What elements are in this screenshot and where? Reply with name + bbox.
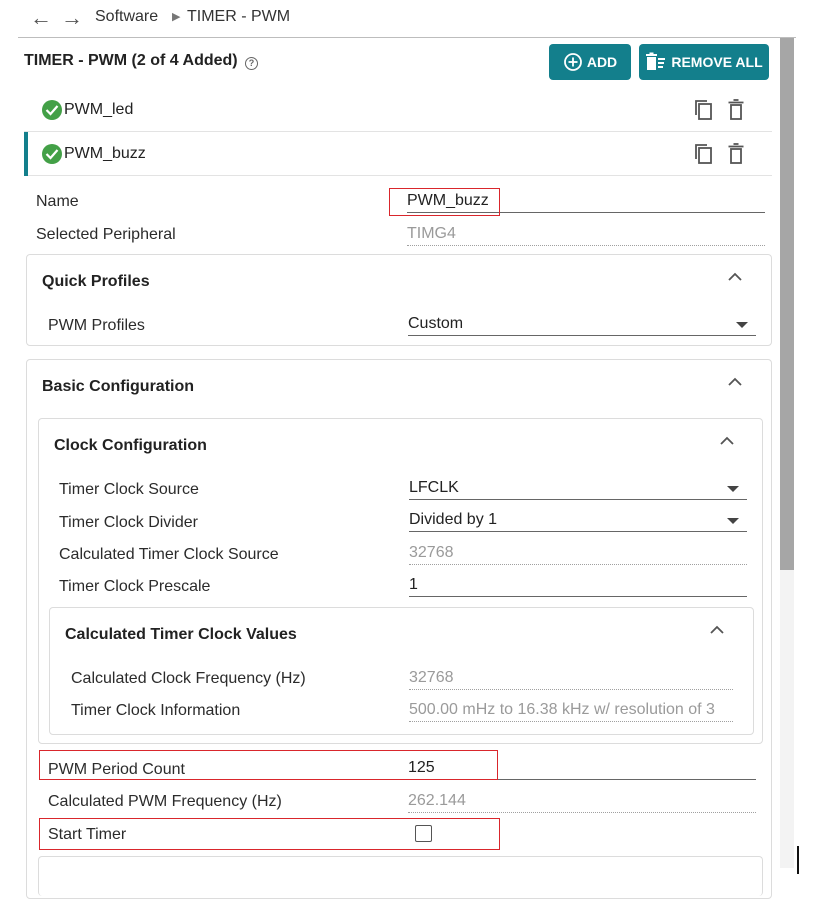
calculated-pwm-frequency-label: Calculated PWM Frequency (Hz): [48, 793, 282, 810]
help-icon[interactable]: ?: [245, 57, 258, 70]
top-divider: [18, 37, 796, 38]
name-label: Name: [36, 193, 79, 210]
instance-item-pwm-buzz[interactable]: PWM_buzz: [24, 132, 772, 176]
timer-clock-prescale-label: Timer Clock Prescale: [59, 578, 211, 595]
timer-clock-source-value: LFCLK: [409, 479, 459, 496]
timer-clock-source-select[interactable]: LFCLK: [409, 478, 747, 500]
pwm-profiles-value: Custom: [408, 315, 464, 332]
chevron-up-icon[interactable]: [727, 376, 743, 388]
copy-icon[interactable]: [693, 98, 715, 122]
remove-all-button[interactable]: REMOVE ALL: [639, 44, 769, 80]
scrollbar-thumb[interactable]: [780, 38, 794, 570]
timer-clock-information-label: Timer Clock Information: [71, 702, 241, 719]
highlight-box-period: [39, 750, 498, 780]
delete-icon[interactable]: [727, 142, 745, 166]
text-cursor: [797, 846, 799, 874]
breadcrumb-current: TIMER - PWM: [187, 8, 291, 25]
copy-icon[interactable]: [693, 142, 715, 166]
highlight-box-name: [389, 188, 500, 216]
back-arrow-icon[interactable]: ←: [30, 4, 52, 32]
check-circle-icon: [42, 144, 62, 164]
selected-peripheral-value: TIMG4: [407, 224, 765, 246]
remove-all-label: REMOVE ALL: [671, 54, 763, 70]
delete-sweep-icon: [646, 52, 666, 70]
calculated-timer-clock-source-value: 32768: [409, 543, 747, 565]
delete-icon[interactable]: [727, 98, 745, 122]
calculated-clock-frequency-label: Calculated Clock Frequency (Hz): [71, 670, 306, 687]
breadcrumb-software[interactable]: Software: [95, 8, 158, 26]
chevron-up-icon[interactable]: [719, 435, 735, 447]
chevron-up-icon[interactable]: [709, 624, 725, 636]
basic-configuration-title: Basic Configuration: [42, 378, 195, 395]
timer-clock-information-value: 500.00 mHz to 16.38 kHz w/ resolution of…: [409, 700, 733, 722]
calculated-clock-values-title: Calculated Timer Clock Values: [65, 626, 297, 643]
pwm-profiles-label: PWM Profiles: [48, 317, 145, 334]
highlight-box-start-timer: [39, 818, 500, 850]
add-button-label: ADD: [586, 54, 618, 70]
chevron-up-icon[interactable]: [727, 271, 743, 283]
check-circle-icon: [42, 100, 62, 120]
timer-clock-prescale-input[interactable]: 1: [409, 575, 747, 597]
dropdown-arrow-icon: [727, 518, 739, 524]
dropdown-arrow-icon: [736, 322, 748, 328]
section-title: TIMER - PWM (2 of 4 Added): [24, 52, 238, 69]
instance-item-pwm-led[interactable]: PWM_led: [24, 88, 772, 132]
timer-clock-divider-label: Timer Clock Divider: [59, 514, 198, 531]
calculated-pwm-frequency-value: 262.144: [408, 791, 756, 813]
calculated-timer-clock-source-label: Calculated Timer Clock Source: [59, 546, 279, 563]
timer-clock-source-label: Timer Clock Source: [59, 481, 199, 498]
next-panel: [38, 856, 763, 896]
add-circle-icon: [563, 53, 582, 71]
add-button[interactable]: ADD: [549, 44, 631, 80]
instance-label: PWM_buzz: [64, 145, 146, 162]
clock-configuration-title: Clock Configuration: [54, 437, 207, 454]
selected-peripheral-label: Selected Peripheral: [36, 226, 176, 243]
calculated-clock-frequency-value: 32768: [409, 668, 733, 690]
pwm-profiles-select[interactable]: Custom: [408, 314, 756, 336]
forward-arrow-icon[interactable]: →: [61, 4, 83, 32]
dropdown-arrow-icon: [727, 486, 739, 492]
quick-profiles-title: Quick Profiles: [42, 273, 150, 290]
timer-clock-divider-value: Divided by 1: [409, 511, 498, 528]
timer-clock-divider-select[interactable]: Divided by 1: [409, 510, 747, 532]
breadcrumb-separator-icon: ▶: [172, 11, 181, 23]
instance-label: PWM_led: [64, 101, 134, 118]
